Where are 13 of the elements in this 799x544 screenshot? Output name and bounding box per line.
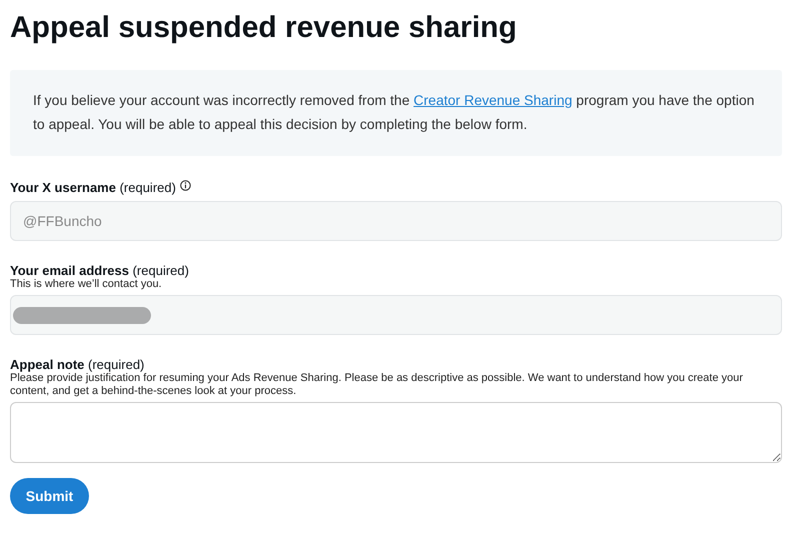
page-title: Appeal suspended revenue sharing (10, 10, 517, 46)
program-link[interactable]: Creator Revenue Sharing (414, 92, 572, 108)
field-label: Your email address (required) (10, 263, 189, 278)
field-hint: Please provide justification for resuming your Ads Revenue Sharing. Please be as descriptive as possible. We want to understand how you create your content, and get a behind-the-scenes look at your process. (10, 372, 744, 398)
username-field[interactable]: @FFBuncho (10, 201, 782, 241)
notice-text: If you believe your account was incorrectly removed from the Creator Revenue Sharing program you have the option to appeal. You will be able to appeal this decision by completing the below form. (33, 91, 756, 134)
field-label: Appeal note (required) (10, 357, 144, 372)
submit-button[interactable]: Submit (10, 478, 89, 514)
field-hint: This is where we’ll contact you. (10, 278, 163, 291)
appeal-note-field[interactable] (10, 402, 782, 463)
field-label: Your X username (required) (10, 180, 176, 195)
email-field[interactable] (10, 295, 782, 335)
info-icon[interactable] (180, 180, 191, 191)
